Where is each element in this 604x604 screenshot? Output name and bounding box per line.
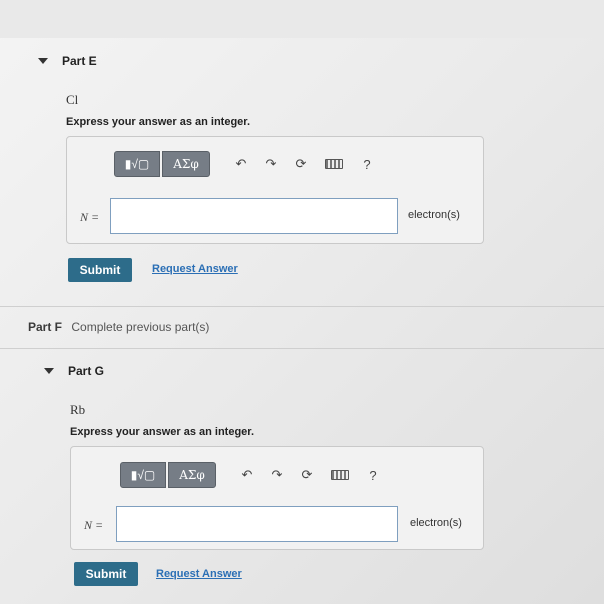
keyboard-icon bbox=[325, 159, 343, 169]
redo-icon[interactable]: ↷ bbox=[262, 462, 292, 488]
part-g-submit-button[interactable]: Submit bbox=[74, 562, 138, 586]
part-g-variable-label: N = bbox=[84, 518, 104, 532]
part-e-answer-input[interactable] bbox=[110, 198, 398, 234]
part-f-label: Part F bbox=[28, 320, 63, 334]
part-e-element: Cl bbox=[66, 92, 79, 107]
divider bbox=[0, 348, 604, 349]
part-f-row: Part F Complete previous part(s) bbox=[28, 320, 209, 334]
undo-icon[interactable]: ↶ bbox=[232, 462, 262, 488]
part-g-answer-input[interactable] bbox=[116, 506, 398, 542]
keyboard-icon bbox=[331, 470, 349, 480]
part-e-toolbar: ▮√▢ ΑΣφ ↶ ↷ ⟳ ? bbox=[114, 151, 382, 177]
undo-icon[interactable]: ↶ bbox=[226, 151, 256, 177]
part-g-element: Rb bbox=[70, 402, 86, 417]
top-band bbox=[0, 0, 604, 38]
part-g-units: electron(s) bbox=[410, 517, 462, 529]
part-e-variable-label: N = bbox=[80, 210, 100, 224]
part-g-request-answer-link[interactable]: Request Answer bbox=[156, 568, 242, 580]
help-button[interactable]: ? bbox=[352, 151, 382, 177]
templates-button[interactable]: ▮√▢ bbox=[114, 151, 160, 177]
help-button[interactable]: ? bbox=[358, 462, 388, 488]
divider bbox=[0, 306, 604, 307]
reset-icon[interactable]: ⟳ bbox=[292, 462, 322, 488]
keyboard-button[interactable] bbox=[316, 151, 352, 177]
symbols-button[interactable]: ΑΣφ bbox=[162, 151, 210, 177]
part-e-units: electron(s) bbox=[408, 209, 460, 221]
keyboard-button[interactable] bbox=[322, 462, 358, 488]
part-g-instruction: Express your answer as an integer. bbox=[70, 426, 255, 438]
part-e-header[interactable]: Part E bbox=[38, 54, 97, 68]
part-g-label: Part G bbox=[68, 364, 105, 378]
reset-icon[interactable]: ⟳ bbox=[286, 151, 316, 177]
page: Part E Cl Express your answer as an inte… bbox=[0, 0, 604, 604]
part-e-label: Part E bbox=[62, 54, 97, 68]
redo-icon[interactable]: ↷ bbox=[256, 151, 286, 177]
templates-button[interactable]: ▮√▢ bbox=[120, 462, 166, 488]
collapse-caret-icon[interactable] bbox=[44, 368, 54, 374]
part-e-request-answer-link[interactable]: Request Answer bbox=[152, 263, 238, 275]
part-e-submit-button[interactable]: Submit bbox=[68, 258, 132, 282]
part-f-message: Complete previous part(s) bbox=[71, 320, 210, 334]
part-g-toolbar: ▮√▢ ΑΣφ ↶ ↷ ⟳ ? bbox=[120, 462, 388, 488]
part-g-header[interactable]: Part G bbox=[44, 364, 104, 378]
symbols-button[interactable]: ΑΣφ bbox=[168, 462, 216, 488]
part-e-instruction: Express your answer as an integer. bbox=[66, 116, 251, 128]
collapse-caret-icon[interactable] bbox=[38, 58, 48, 64]
